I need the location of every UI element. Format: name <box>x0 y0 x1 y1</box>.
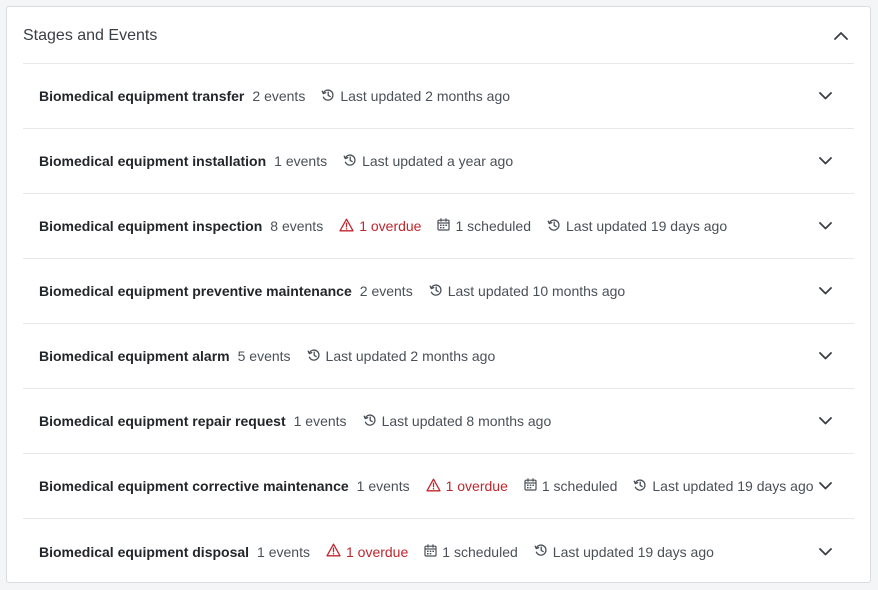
calendar-icon <box>524 478 542 494</box>
stage-row[interactable]: Biomedical equipment installation 1 event… <box>23 129 854 194</box>
overdue-badge: 1 overdue <box>339 218 421 235</box>
chevron-down-icon <box>818 217 832 235</box>
last-updated-label: Last updated 2 months ago <box>325 348 496 364</box>
events-count: 1 events <box>274 153 328 169</box>
stage-row[interactable]: Biomedical equipment disposal 1 events 1 o… <box>23 519 854 584</box>
last-updated: Last updated 19 days ago <box>547 218 727 235</box>
expand-button[interactable] <box>816 347 834 365</box>
stage-row[interactable]: Biomedical equipment alarm 5 events Last u… <box>23 324 854 389</box>
scheduled-badge: 1 scheduled <box>424 544 518 560</box>
last-updated-label: Last updated 10 months ago <box>447 283 626 299</box>
panel-header[interactable]: Stages and Events <box>23 7 854 64</box>
warning-icon <box>339 218 359 235</box>
expand-button[interactable] <box>816 87 834 105</box>
history-icon <box>307 348 326 365</box>
events-count: 2 events <box>359 283 413 299</box>
history-icon <box>363 413 382 430</box>
history-icon <box>429 283 448 300</box>
events-count: 1 events <box>356 478 410 494</box>
last-updated: Last updated 2 months ago <box>321 88 510 105</box>
stage-name: Biomedical equipment preventive maintena… <box>39 283 352 299</box>
events-count: 5 events <box>237 348 291 364</box>
history-icon <box>343 153 362 170</box>
chevron-up-icon <box>834 32 848 40</box>
stage-row[interactable]: Biomedical equipment preventive maintena… <box>23 259 854 324</box>
stage-name: Biomedical equipment disposal <box>39 543 250 560</box>
overdue-badge: 1 overdue <box>326 543 408 560</box>
events-count: 8 events <box>270 218 324 234</box>
events-count: 1 events <box>257 543 310 560</box>
expand-button[interactable] <box>816 282 834 300</box>
stage-row[interactable]: Biomedical equipment repair request 1 eve… <box>23 389 854 454</box>
stage-name: Biomedical equipment alarm <box>39 348 230 364</box>
chevron-down-icon <box>818 347 832 365</box>
expand-button[interactable] <box>816 412 834 430</box>
scheduled-badge: 1 scheduled <box>437 218 531 234</box>
scheduled-label: 1 scheduled <box>442 543 518 560</box>
warning-icon <box>326 543 346 560</box>
calendar-icon <box>437 218 455 234</box>
chevron-down-icon <box>818 477 832 495</box>
overdue-label: 1 overdue <box>345 543 409 560</box>
last-updated-label: Last updated 2 months ago <box>340 88 511 104</box>
chevron-down-icon <box>818 543 832 561</box>
last-updated-label: Last updated 19 days ago <box>552 543 714 560</box>
events-count: 2 events <box>252 88 306 104</box>
overdue-badge: 1 overdue <box>425 478 508 495</box>
expand-button[interactable] <box>816 152 834 170</box>
last-updated: Last updated 8 months ago <box>363 413 552 430</box>
expand-button[interactable] <box>816 477 834 495</box>
expand-button[interactable] <box>816 217 834 235</box>
history-icon <box>534 543 553 560</box>
history-icon <box>321 88 340 105</box>
chevron-down-icon <box>818 412 832 430</box>
stages-and-events-panel: Stages and Events Biomedical equipment t… <box>6 6 871 583</box>
stage-row[interactable]: Biomedical equipment transfer 2 events Las… <box>23 64 854 129</box>
panel-title: Stages and Events <box>23 26 158 44</box>
last-updated-label: Last updated 19 days ago <box>566 218 728 234</box>
events-count: 1 events <box>293 413 347 429</box>
last-updated: Last updated 19 days ago <box>633 478 814 495</box>
history-icon <box>633 478 652 495</box>
stage-name: Biomedical equipment transfer <box>39 88 245 104</box>
last-updated-label: Last updated a year ago <box>362 153 514 169</box>
history-icon <box>547 218 566 235</box>
warning-icon <box>425 478 446 495</box>
scheduled-label: 1 scheduled <box>455 218 531 234</box>
last-updated-label: Last updated 19 days ago <box>652 478 814 494</box>
overdue-label: 1 overdue <box>445 478 508 494</box>
stage-list: Biomedical equipment transfer 2 events Las… <box>23 64 854 584</box>
stage-row[interactable]: Biomedical equipment corrective maintena… <box>23 454 854 519</box>
last-updated: Last updated 19 days ago <box>534 543 714 560</box>
calendar-icon <box>424 543 442 560</box>
collapse-button[interactable] <box>830 25 852 47</box>
stage-name: Biomedical equipment repair request <box>39 413 286 429</box>
scheduled-badge: 1 scheduled <box>524 478 618 494</box>
chevron-down-icon <box>818 282 832 300</box>
last-updated: Last updated 10 months ago <box>429 283 625 300</box>
last-updated: Last updated 2 months ago <box>307 348 496 365</box>
last-updated: Last updated a year ago <box>343 153 513 170</box>
chevron-down-icon <box>818 152 832 170</box>
stage-name: Biomedical equipment installation <box>39 153 267 169</box>
overdue-label: 1 overdue <box>359 218 422 234</box>
stage-row[interactable]: Biomedical equipment inspection 8 events 1… <box>23 194 854 259</box>
expand-button[interactable] <box>816 543 834 561</box>
stage-name: Biomedical equipment corrective maintena… <box>39 478 349 494</box>
scheduled-label: 1 scheduled <box>541 478 618 494</box>
last-updated-label: Last updated 8 months ago <box>381 413 552 429</box>
chevron-down-icon <box>818 87 832 105</box>
stage-name: Biomedical equipment inspection <box>39 218 263 234</box>
